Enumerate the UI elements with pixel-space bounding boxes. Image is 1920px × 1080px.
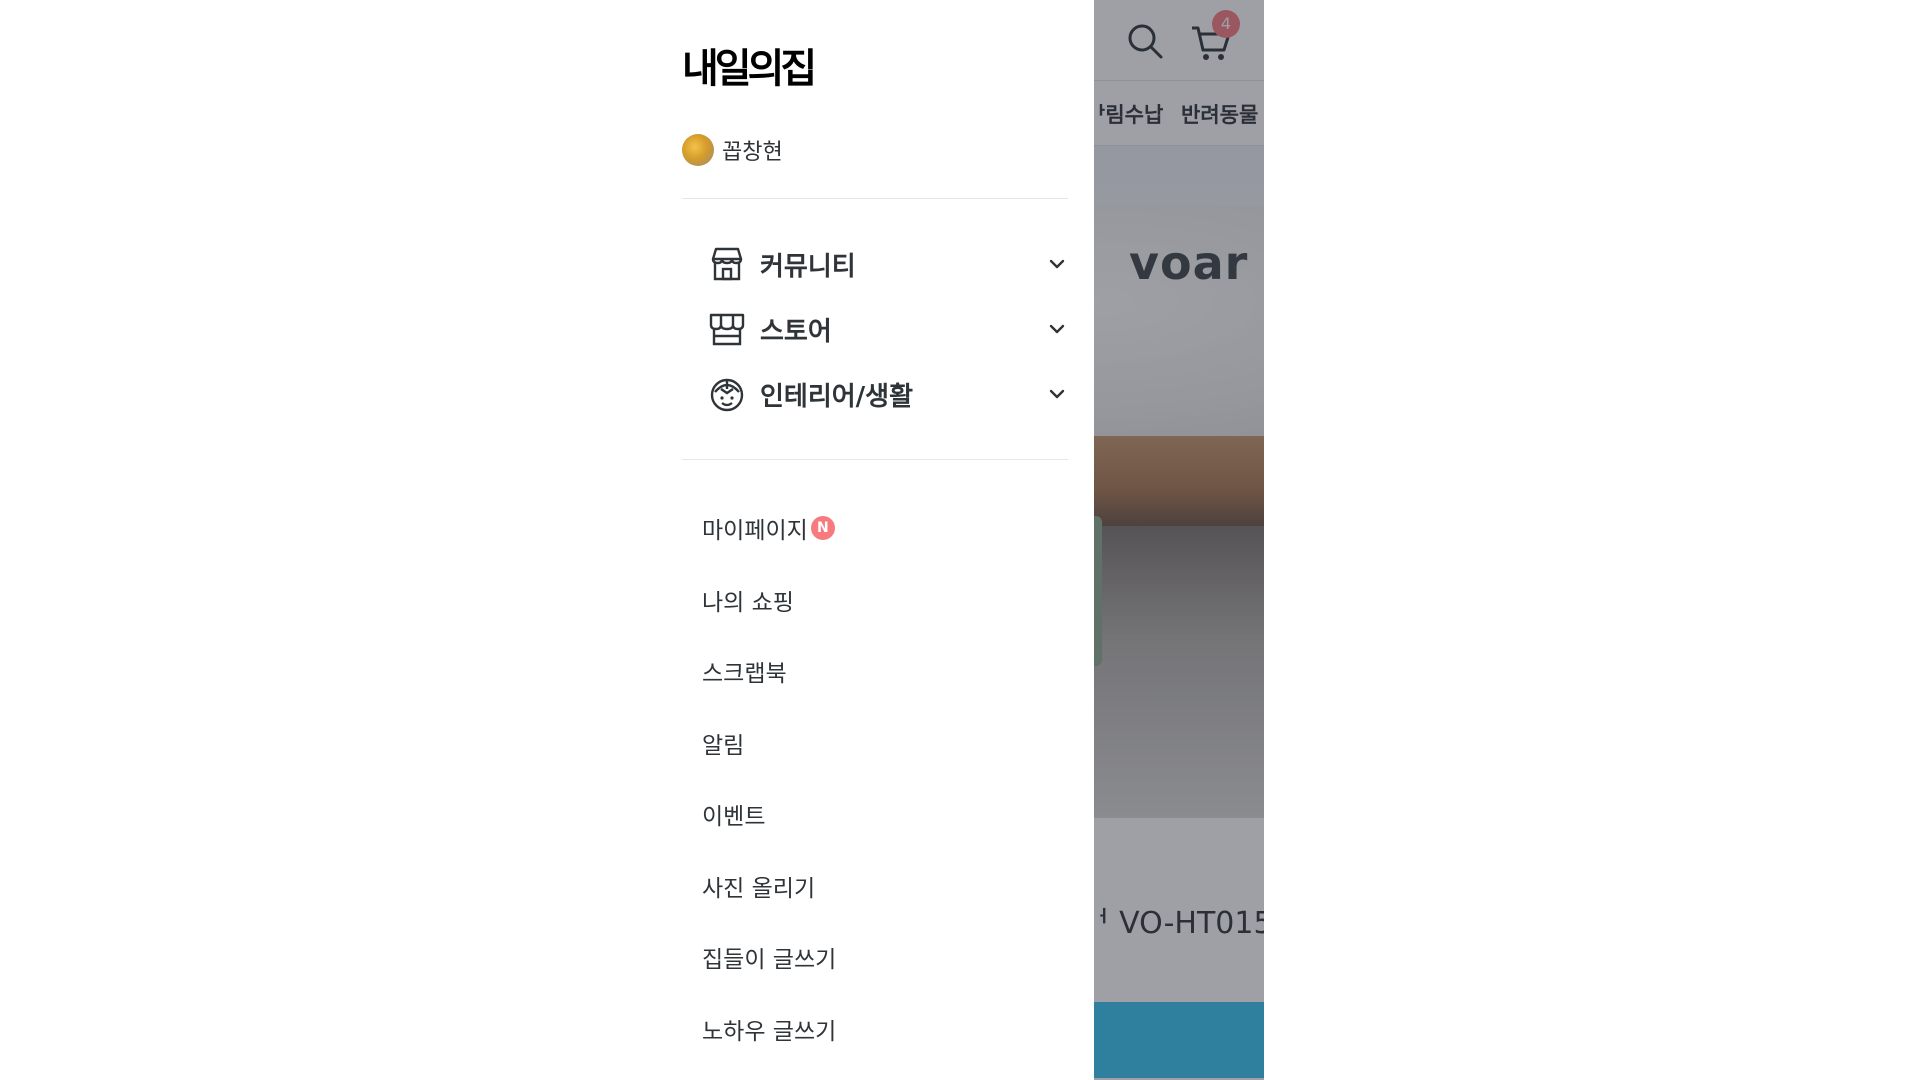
- viewport: 4 ᅡ림수납 반려동물 voar ᅥ VO-HT015 내일의집 꼽창현 커뮤니…: [0, 0, 1920, 1080]
- menu-notifications[interactable]: 알림: [702, 726, 744, 760]
- svg-text:내일의집: 내일의집: [682, 46, 813, 92]
- nav-interior-life[interactable]: 인테리어/생활: [708, 372, 1068, 416]
- user-profile[interactable]: 꼽창현: [682, 134, 783, 166]
- nav-community[interactable]: 커뮤니티: [708, 242, 1068, 286]
- store-icon: [711, 247, 743, 281]
- menu-mypage[interactable]: 마이페이지 N: [702, 511, 835, 545]
- menu-scrapbook[interactable]: 스크랩북: [702, 654, 787, 688]
- menu-my-shopping[interactable]: 나의 쇼핑: [702, 583, 794, 617]
- menu-write-knowhow[interactable]: 노하우 글쓰기: [702, 1012, 836, 1046]
- new-badge: N: [810, 516, 835, 540]
- side-drawer: 내일의집 꼽창현 커뮤니티 스토어 인테리어/생활 마이페이지 N 나의 쇼핑 …: [682, 0, 1094, 1080]
- nav-community-label: 커뮤니티: [760, 251, 856, 282]
- brand-logo[interactable]: 내일의집: [682, 40, 822, 92]
- market-icon: [709, 313, 745, 346]
- user-name: 꼽창현: [722, 140, 783, 165]
- chevron-down-icon: [1049, 259, 1065, 269]
- nav-store[interactable]: 스토어: [708, 307, 1068, 351]
- menu-upload-photo[interactable]: 사진 올리기: [702, 869, 815, 903]
- chevron-down-icon: [1049, 324, 1065, 334]
- divider: [682, 459, 1068, 460]
- worker-helmet-icon: [710, 378, 744, 412]
- menu-write-house-tour[interactable]: 집들이 글쓰기: [702, 940, 836, 974]
- nav-interior-life-label: 인테리어/생활: [760, 381, 914, 412]
- chevron-down-icon: [1049, 389, 1065, 399]
- mobile-frame: 4 ᅡ림수납 반려동물 voar ᅥ VO-HT015 내일의집 꼽창현 커뮤니…: [682, 0, 1264, 1080]
- avatar: [682, 134, 714, 166]
- menu-mypage-label: 마이페이지: [702, 518, 808, 544]
- divider: [682, 198, 1068, 199]
- menu-events[interactable]: 이벤트: [702, 797, 765, 831]
- nav-store-label: 스토어: [760, 316, 832, 347]
